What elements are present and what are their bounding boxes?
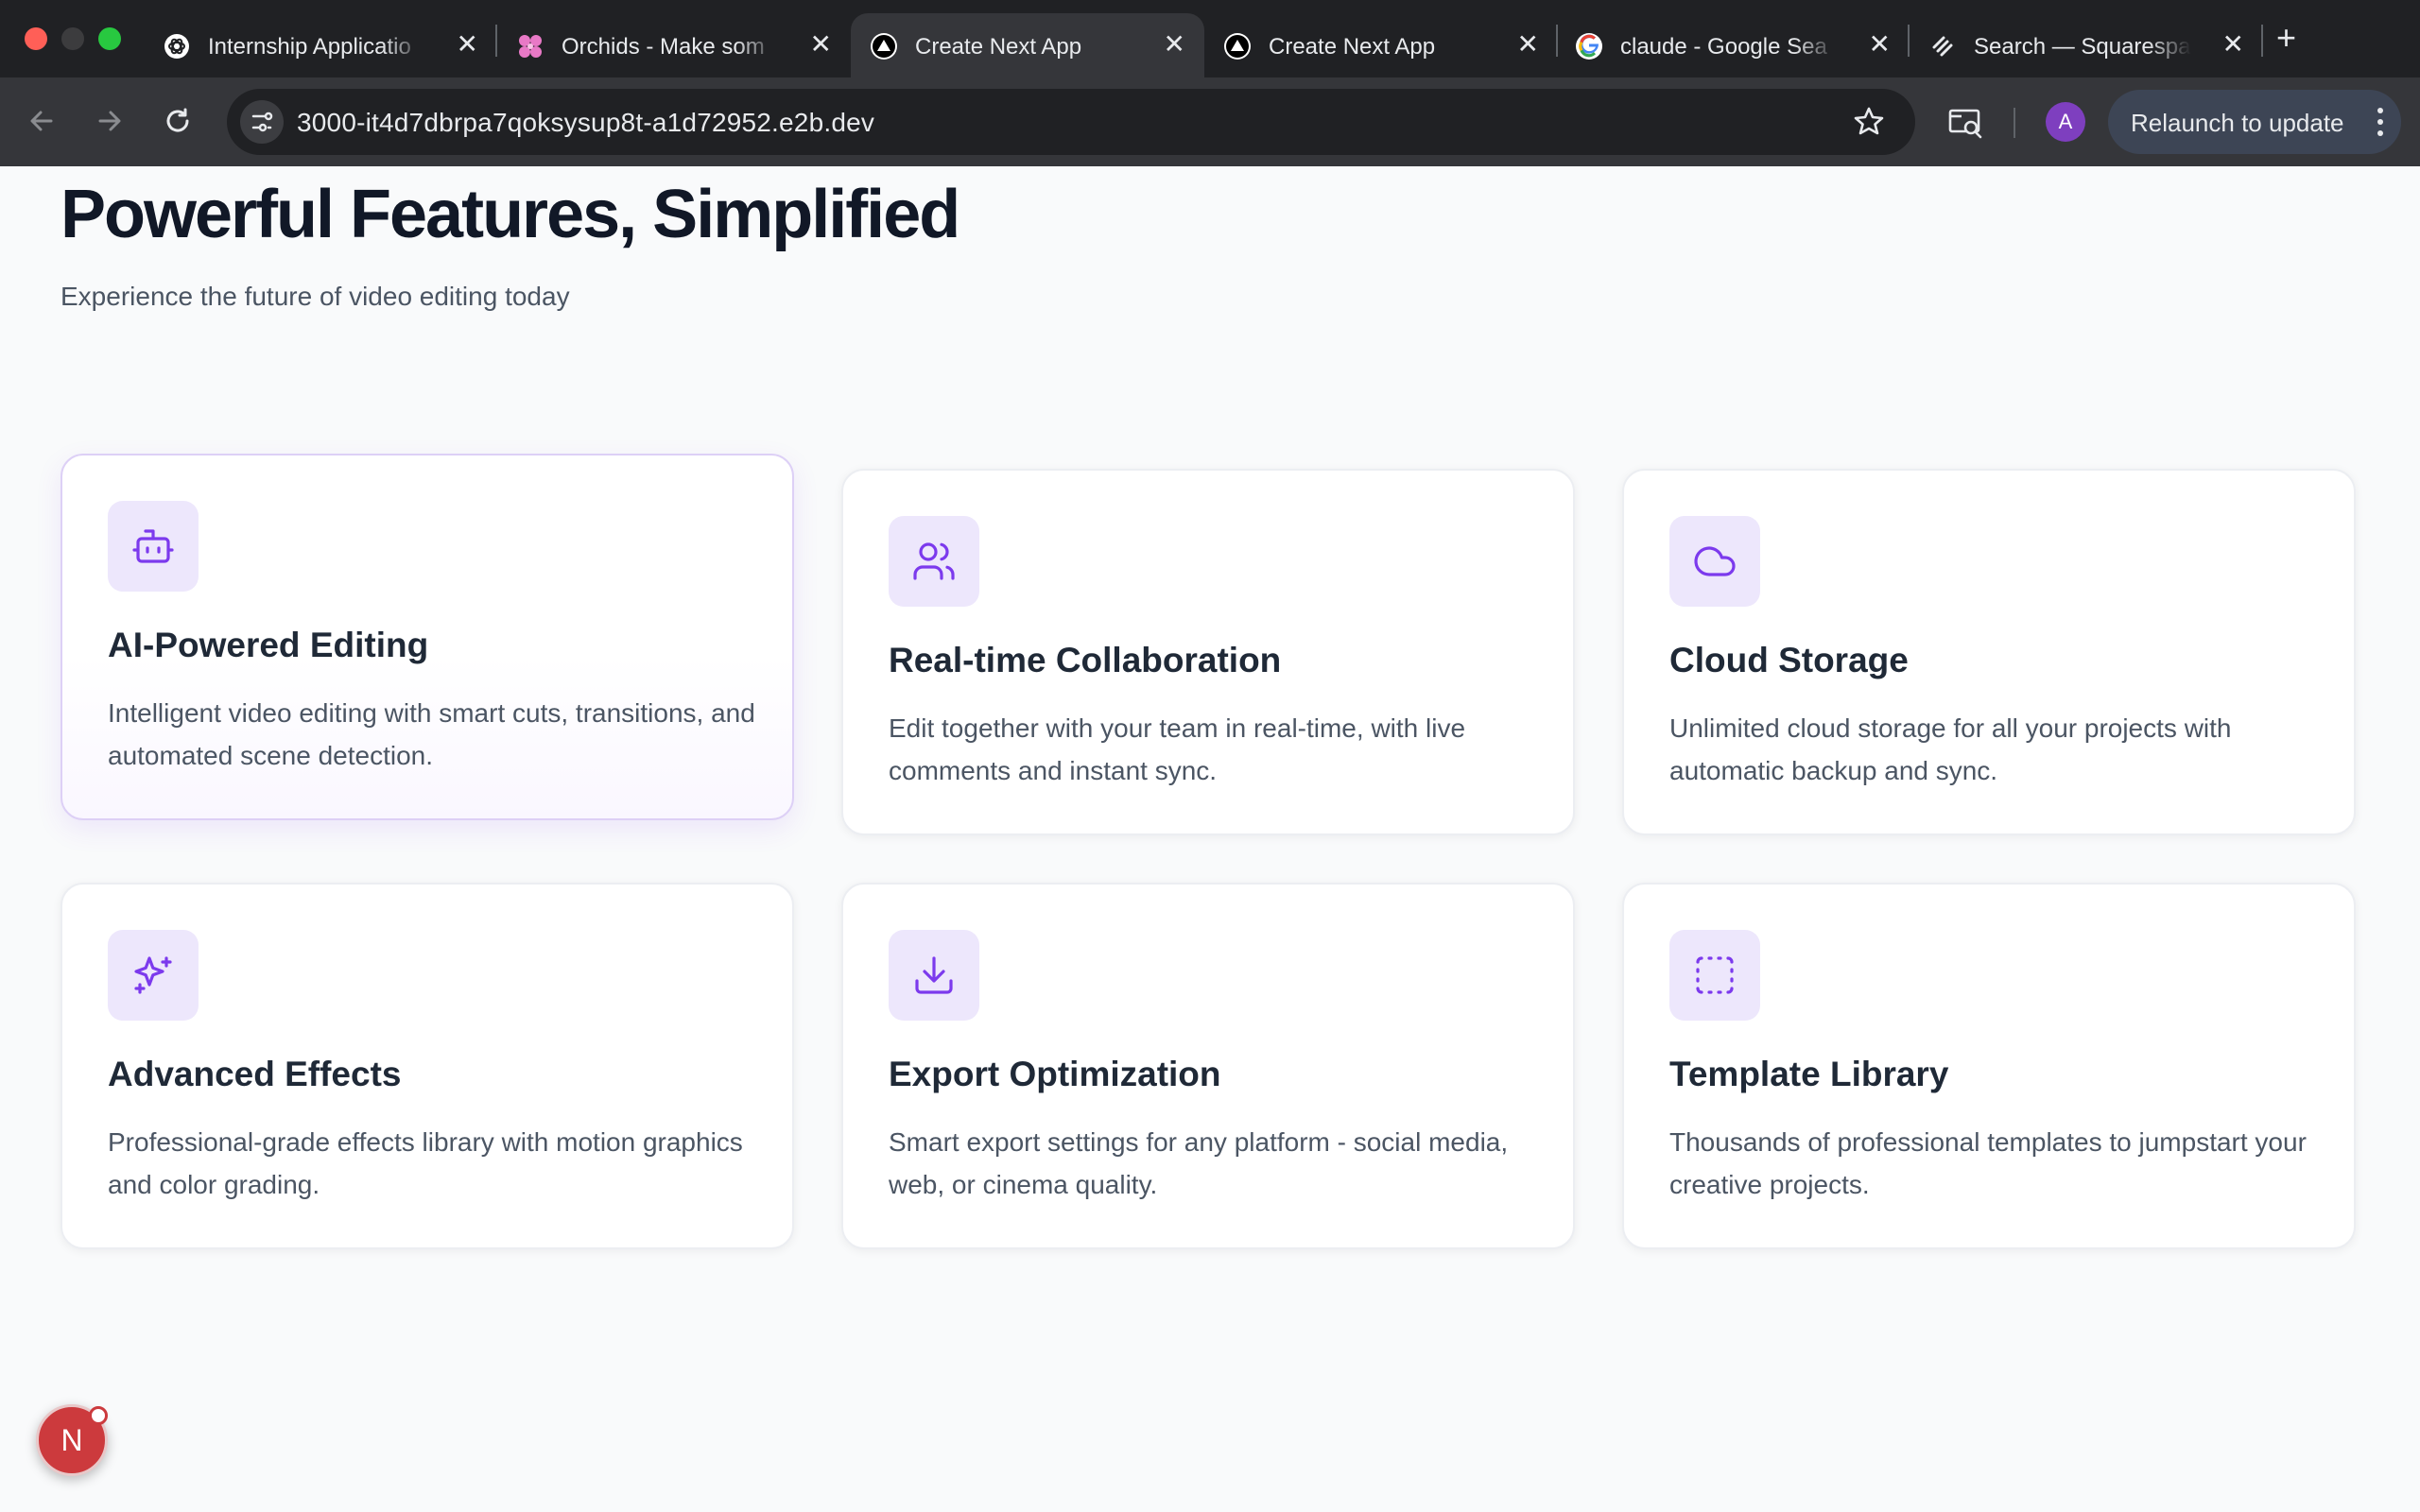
feature-card-template-library[interactable]: Template Library Thousands of profession…: [1622, 883, 2356, 1249]
browser-chrome: Internship Applicatio ✕ Orchids - Make s…: [0, 0, 2420, 166]
feature-description: Professional-grade effects library with …: [108, 1127, 743, 1199]
users-icon: [913, 542, 955, 580]
page-subtitle: Experience the future of video editing t…: [60, 282, 570, 311]
profile-avatar[interactable]: A: [2046, 102, 2085, 142]
feature-description: Edit together with your team in real-tim…: [889, 713, 1466, 785]
relaunch-label: Relaunch to update: [2131, 109, 2344, 137]
google-icon: [1576, 33, 1602, 60]
feature-description: Smart export settings for any platform -…: [889, 1127, 1509, 1199]
tab-title: Search — Squarespa: [1974, 34, 2191, 60]
close-window-button[interactable]: [25, 27, 47, 50]
feature-description: Unlimited cloud storage for all your pro…: [1669, 713, 2232, 785]
site-settings-icon[interactable]: [240, 100, 284, 144]
cloud-icon: [1694, 546, 1736, 576]
tab-title: Internship Applicatio: [208, 34, 411, 60]
close-icon[interactable]: ✕: [1869, 30, 1891, 59]
tab-search-icon[interactable]: [1945, 102, 1985, 142]
dashed-square-icon: [1696, 956, 1734, 994]
browser-tab[interactable]: Orchids - Make som ✕: [497, 13, 851, 77]
more-menu-icon[interactable]: [2377, 103, 2384, 141]
feature-title: AI-Powered Editing: [108, 626, 429, 664]
download-icon: [915, 956, 953, 994]
feature-title: Template Library: [1669, 1055, 1949, 1093]
close-icon[interactable]: ✕: [1164, 30, 1185, 59]
new-tab-button[interactable]: +: [2276, 19, 2296, 57]
tab-title: Create Next App: [1269, 34, 1436, 60]
browser-tab[interactable]: Internship Applicatio ✕: [144, 13, 497, 77]
close-icon[interactable]: ✕: [810, 30, 832, 59]
maximize-window-button[interactable]: [98, 27, 121, 50]
feature-title: Export Optimization: [889, 1055, 1221, 1093]
feature-title: Advanced Effects: [108, 1055, 402, 1093]
feature-card-export-optimization[interactable]: Export Optimization Smart export setting…: [841, 883, 1575, 1249]
address-bar[interactable]: 3000-it4d7dbrpa7qoksysup8t-a1d72952.e2b.…: [227, 89, 1915, 155]
orchid-icon: [519, 35, 542, 58]
close-icon[interactable]: ✕: [457, 30, 478, 59]
feature-title: Cloud Storage: [1669, 641, 1909, 679]
browser-tab[interactable]: Search — Squarespa ✕: [1910, 13, 2263, 77]
tab-title: Create Next App: [915, 34, 1082, 60]
browser-tab-active[interactable]: Create Next App ✕: [851, 13, 1204, 77]
feature-icon-container: [108, 501, 199, 592]
feature-icon-container: [1669, 930, 1760, 1021]
page-title: Powerful Features, Simplified: [60, 177, 960, 252]
bot-icon: [132, 529, 174, 563]
close-icon[interactable]: ✕: [1517, 30, 1539, 59]
dev-badge-indicator-dot: [89, 1406, 108, 1425]
url-text[interactable]: 3000-it4d7dbrpa7qoksysup8t-a1d72952.e2b.…: [297, 108, 874, 138]
reload-icon[interactable]: [159, 102, 197, 140]
tab-strip: Internship Applicatio ✕ Orchids - Make s…: [0, 0, 2420, 77]
squarespace-icon: [1932, 36, 1953, 57]
bookmark-star-icon[interactable]: [1851, 104, 1887, 140]
back-arrow-icon[interactable]: [23, 102, 60, 140]
toolbar-divider: [2014, 108, 2015, 138]
openai-icon: [164, 34, 189, 59]
feature-card-collaboration[interactable]: Real-time Collaboration Edit together wi…: [841, 469, 1575, 835]
feature-icon-container: [889, 516, 979, 607]
vercel-icon: [871, 33, 897, 60]
feature-icon-container: [889, 930, 979, 1021]
minimize-window-button[interactable]: [61, 27, 84, 50]
feature-icon-container: [1669, 516, 1760, 607]
close-icon[interactable]: ✕: [2222, 30, 2244, 59]
feature-title: Real-time Collaboration: [889, 641, 1282, 679]
forward-arrow-icon[interactable]: [91, 102, 129, 140]
tab-separator: [2261, 25, 2263, 57]
page-content: Powerful Features, Simplified Experience…: [0, 166, 2420, 1512]
feature-description: Intelligent video editing with smart cut…: [108, 698, 755, 770]
tab-title: claude - Google Sea: [1620, 34, 1827, 60]
relaunch-button[interactable]: Relaunch to update: [2108, 90, 2401, 154]
sparkles-icon: [134, 956, 172, 994]
feature-description: Thousands of professional templates to j…: [1669, 1127, 2307, 1199]
browser-tab[interactable]: claude - Google Sea ✕: [1556, 13, 1910, 77]
feature-card-cloud-storage[interactable]: Cloud Storage Unlimited cloud storage fo…: [1622, 469, 2356, 835]
feature-card-advanced-effects[interactable]: Advanced Effects Professional-grade effe…: [60, 883, 794, 1249]
vercel-icon: [1224, 33, 1251, 60]
tab-title: Orchids - Make som: [562, 34, 765, 60]
feature-card-ai-editing[interactable]: AI-Powered Editing Intelligent video edi…: [60, 454, 794, 820]
feature-icon-container: [108, 930, 199, 1021]
browser-tab[interactable]: Create Next App ✕: [1204, 13, 1558, 77]
browser-toolbar: 3000-it4d7dbrpa7qoksysup8t-a1d72952.e2b.…: [0, 77, 2420, 166]
